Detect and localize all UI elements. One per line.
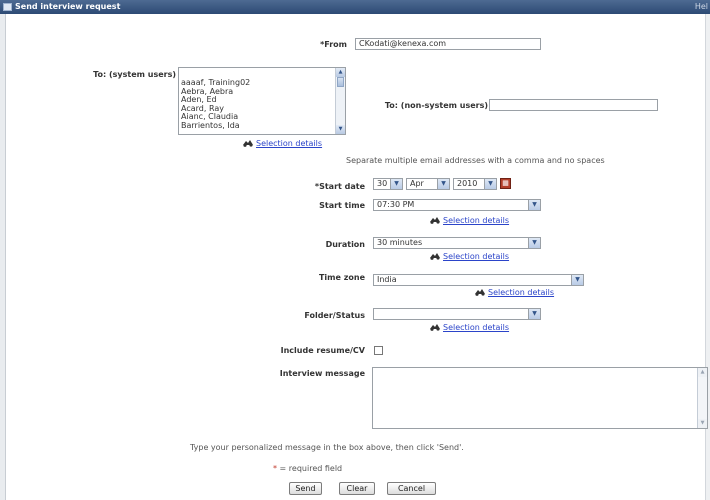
include-resume-checkbox[interactable] bbox=[374, 346, 383, 355]
window-left-border bbox=[0, 14, 6, 500]
from-field[interactable]: CKodati@kenexa.com bbox=[355, 38, 541, 50]
chevron-down-icon: ▼ bbox=[484, 179, 496, 189]
email-separator-hint: Separate multiple email addresses with a… bbox=[346, 156, 605, 165]
interview-message-textarea[interactable]: ▲ ▼ bbox=[372, 367, 708, 429]
picker-icon bbox=[430, 324, 440, 331]
chevron-down-icon: ▼ bbox=[528, 200, 540, 210]
time-zone-label: Time zone bbox=[318, 273, 365, 282]
non-system-users-field[interactable] bbox=[489, 99, 658, 111]
folder-status-label: Folder/Status bbox=[304, 311, 365, 320]
required-field-note: * = required field bbox=[273, 464, 343, 473]
scroll-down-icon[interactable]: ▼ bbox=[698, 419, 707, 428]
start-year-select[interactable]: 2010 ▼ bbox=[453, 178, 497, 190]
listbox-scrollbar[interactable]: ▲ ▼ bbox=[335, 68, 345, 134]
to-non-system-users-label: To: (non-system users) bbox=[384, 101, 488, 110]
window-title: Send interview request bbox=[15, 2, 121, 11]
start-day-select[interactable]: 30 ▼ bbox=[373, 178, 403, 190]
picker-icon bbox=[430, 217, 440, 224]
folder-status-selection-details[interactable]: Selection details bbox=[429, 323, 509, 332]
window-title-bar: Send interview request Hel bbox=[0, 0, 710, 14]
window-icon bbox=[3, 3, 12, 11]
time-zone-select[interactable]: India ▼ bbox=[373, 274, 584, 286]
system-users-listbox[interactable]: aaaaf, Training02 Aebra, Aebra Aden, Ed Aca… bbox=[178, 67, 346, 135]
scroll-thumb[interactable] bbox=[337, 77, 344, 87]
time-zone-selection-details[interactable]: Selection details bbox=[474, 288, 554, 297]
chevron-down-icon: ▼ bbox=[571, 275, 583, 285]
duration-select[interactable]: 30 minutes ▼ bbox=[373, 237, 541, 249]
cancel-button[interactable]: Cancel bbox=[387, 482, 436, 495]
start-time-label: Start time bbox=[319, 201, 365, 210]
start-date-label: *Start date bbox=[314, 182, 365, 191]
picker-icon bbox=[475, 289, 485, 296]
include-resume-label: Include resume/CV bbox=[280, 346, 365, 355]
start-time-selection-details[interactable]: Selection details bbox=[429, 216, 509, 225]
start-month-select[interactable]: Apr ▼ bbox=[406, 178, 450, 190]
interview-message-label: Interview message bbox=[279, 369, 365, 378]
picker-icon bbox=[430, 253, 440, 260]
scroll-up-icon[interactable]: ▲ bbox=[336, 68, 345, 77]
scroll-up-icon[interactable]: ▲ bbox=[698, 368, 707, 377]
chevron-down-icon: ▼ bbox=[528, 309, 540, 319]
textarea-scrollbar[interactable]: ▲ ▼ bbox=[697, 368, 707, 428]
clear-button[interactable]: Clear bbox=[339, 482, 375, 495]
folder-status-select[interactable]: ▼ bbox=[373, 308, 541, 320]
chevron-down-icon: ▼ bbox=[390, 179, 402, 189]
to-system-selection-details[interactable]: Selection details bbox=[242, 139, 322, 148]
calendar-icon[interactable]: ▦ bbox=[500, 178, 511, 189]
chevron-down-icon: ▼ bbox=[528, 238, 540, 248]
to-system-users-label: To: (system users) bbox=[93, 70, 176, 79]
duration-label: Duration bbox=[325, 240, 365, 249]
help-link[interactable]: Hel bbox=[695, 0, 708, 14]
start-time-select[interactable]: 07:30 PM ▼ bbox=[373, 199, 541, 211]
scroll-down-icon[interactable]: ▼ bbox=[336, 125, 345, 134]
selection-details-link[interactable]: Selection details bbox=[256, 139, 322, 148]
selection-details-link[interactable]: Selection details bbox=[488, 288, 554, 297]
selection-details-link[interactable]: Selection details bbox=[443, 216, 509, 225]
selection-details-link[interactable]: Selection details bbox=[443, 323, 509, 332]
selection-details-link[interactable]: Selection details bbox=[443, 252, 509, 261]
send-button[interactable]: Send bbox=[289, 482, 322, 495]
system-user-option[interactable]: Barrientos, Ida bbox=[179, 121, 345, 131]
from-label: *From bbox=[320, 40, 347, 49]
message-instruction: Type your personalized message in the bo… bbox=[190, 443, 464, 452]
picker-icon bbox=[243, 140, 253, 147]
duration-selection-details[interactable]: Selection details bbox=[429, 252, 509, 261]
chevron-down-icon: ▼ bbox=[437, 179, 449, 189]
